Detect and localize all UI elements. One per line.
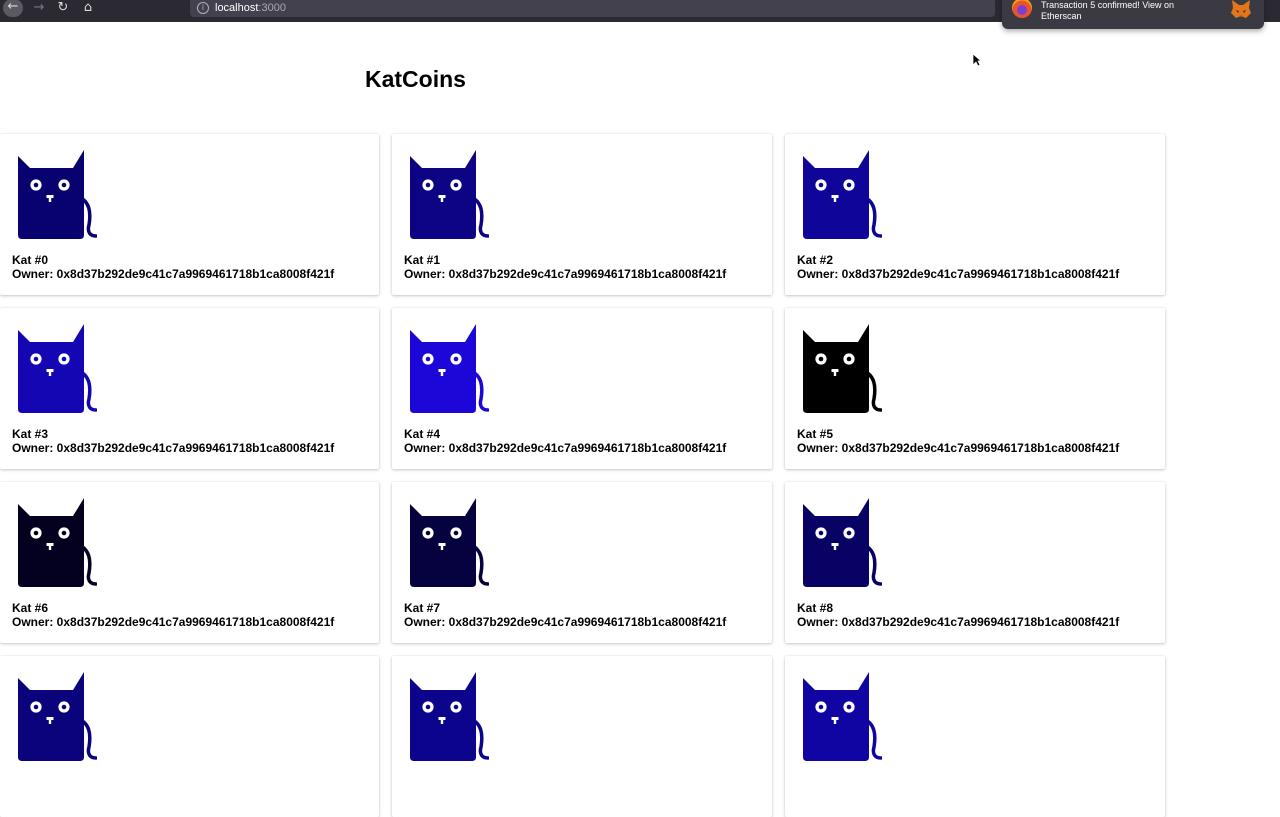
cat-icon bbox=[410, 150, 489, 239]
kat-card[interactable]: Kat #6 Owner: 0x8d37b292de9c41c7a99694617… bbox=[0, 482, 379, 643]
kat-grid: Kat #0 Owner: 0x8d37b292de9c41c7a99694617… bbox=[0, 134, 1165, 817]
info-icon[interactable]: i bbox=[197, 2, 209, 14]
kat-owner: Owner: 0x8d37b292de9c41c7a9969461718b1ca… bbox=[12, 441, 335, 455]
kat-owner: Owner: 0x8d37b292de9c41c7a9969461718b1ca… bbox=[797, 615, 1120, 629]
cat-icon bbox=[18, 672, 97, 761]
kat-name: Kat #8 bbox=[797, 601, 834, 615]
cat-icon bbox=[18, 498, 97, 587]
cat-icon bbox=[803, 672, 882, 761]
url-host: localhost bbox=[215, 2, 259, 14]
kat-card[interactable] bbox=[0, 656, 379, 817]
kat-owner: Owner: 0x8d37b292de9c41c7a9969461718b1ca… bbox=[404, 267, 727, 281]
kat-card[interactable] bbox=[785, 656, 1165, 817]
kat-owner: Owner: 0x8d37b292de9c41c7a9969461718b1ca… bbox=[404, 441, 727, 455]
cat-icon bbox=[803, 324, 882, 413]
kat-owner: Owner: 0x8d37b292de9c41c7a9969461718b1ca… bbox=[12, 615, 335, 629]
kat-name: Kat #7 bbox=[404, 601, 441, 615]
kat-name: Kat #4 bbox=[404, 427, 441, 441]
url-text: localhost:3000 bbox=[215, 1, 286, 15]
kat-card[interactable]: Kat #8 Owner: 0x8d37b292de9c41c7a99694617… bbox=[785, 482, 1165, 643]
reload-icon[interactable]: ↻ bbox=[52, 0, 74, 18]
page-title: KatCoins bbox=[365, 66, 466, 92]
kat-card[interactable]: Kat #2 Owner: 0x8d37b292de9c41c7a99694617… bbox=[785, 134, 1165, 295]
forward-arrow-icon[interactable]: → bbox=[28, 0, 50, 18]
transaction-notification[interactable]: Transaction 5 confirmed! View on Ethersc… bbox=[1002, 0, 1264, 29]
kat-name: Kat #2 bbox=[797, 253, 834, 267]
cat-icon bbox=[410, 498, 489, 587]
back-arrow-icon[interactable]: ← bbox=[3, 0, 23, 17]
kat-card[interactable]: Kat #4 Owner: 0x8d37b292de9c41c7a99694617… bbox=[392, 308, 772, 469]
kat-card[interactable]: Kat #1 Owner: 0x8d37b292de9c41c7a99694617… bbox=[392, 134, 772, 295]
kat-name: Kat #5 bbox=[797, 427, 834, 441]
kat-card[interactable] bbox=[392, 656, 772, 817]
kat-card[interactable]: Kat #7 Owner: 0x8d37b292de9c41c7a99694617… bbox=[392, 482, 772, 643]
kat-name: Kat #1 bbox=[404, 253, 441, 267]
metamask-fox-icon bbox=[1231, 0, 1251, 18]
kat-name: Kat #3 bbox=[12, 427, 49, 441]
home-icon[interactable]: ⌂ bbox=[77, 0, 99, 18]
kat-owner: Owner: 0x8d37b292de9c41c7a9969461718b1ca… bbox=[12, 267, 335, 281]
url-port: :3000 bbox=[258, 2, 286, 14]
cat-icon bbox=[18, 324, 97, 413]
address-bar[interactable]: i localhost:3000 bbox=[190, 0, 995, 17]
cat-icon bbox=[410, 324, 489, 413]
kat-card[interactable]: Kat #0 Owner: 0x8d37b292de9c41c7a99694617… bbox=[0, 134, 379, 295]
kat-name: Kat #0 bbox=[12, 253, 49, 267]
kat-name: Kat #6 bbox=[12, 601, 49, 615]
mouse-cursor-icon bbox=[972, 53, 982, 67]
notification-text: Transaction 5 confirmed! View on Ethersc… bbox=[1041, 0, 1175, 21]
cat-icon bbox=[803, 498, 882, 587]
kat-owner: Owner: 0x8d37b292de9c41c7a9969461718b1ca… bbox=[404, 615, 727, 629]
cat-icon bbox=[803, 150, 882, 239]
firefox-icon bbox=[1012, 0, 1032, 18]
cat-icon bbox=[18, 150, 97, 239]
kat-card[interactable]: Kat #5 Owner: 0x8d37b292de9c41c7a99694617… bbox=[785, 308, 1165, 469]
cat-icon bbox=[410, 672, 489, 761]
kat-owner: Owner: 0x8d37b292de9c41c7a9969461718b1ca… bbox=[797, 267, 1120, 281]
kat-owner: Owner: 0x8d37b292de9c41c7a9969461718b1ca… bbox=[797, 441, 1120, 455]
kat-card[interactable]: Kat #3 Owner: 0x8d37b292de9c41c7a99694617… bbox=[0, 308, 379, 469]
